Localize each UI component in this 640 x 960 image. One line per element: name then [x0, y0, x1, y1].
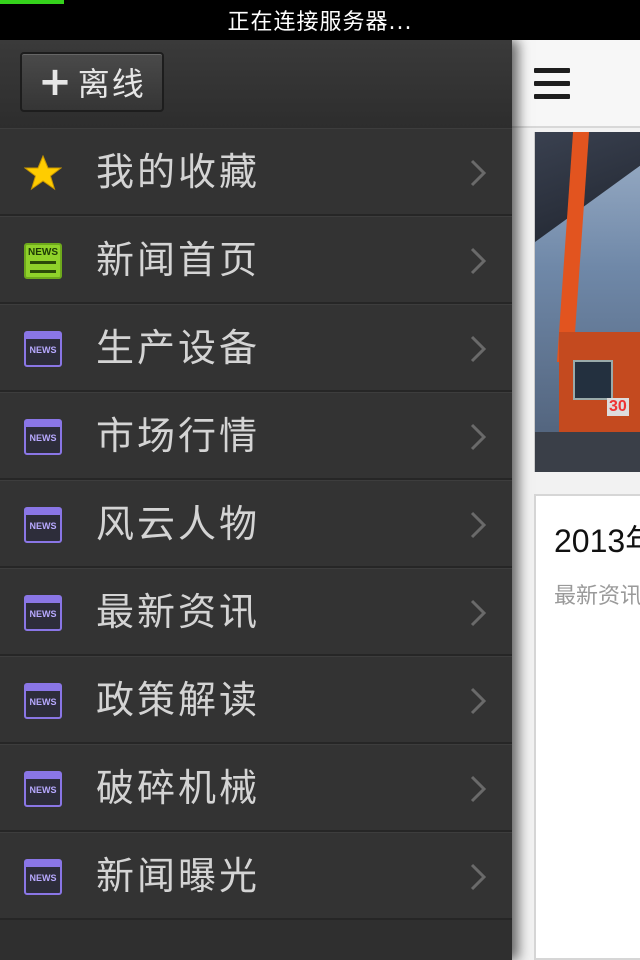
- news-icon: NEWS: [24, 859, 62, 895]
- offline-label: 离线: [77, 65, 146, 103]
- plus-icon: +: [38, 59, 72, 105]
- card-subtitle: 最新资讯: [554, 584, 640, 609]
- news-icon: NEWS: [24, 683, 62, 719]
- news-icon: NEWS: [24, 419, 62, 455]
- chevron-right-icon: [470, 511, 486, 539]
- chevron-right-icon: [470, 247, 486, 275]
- star-icon: [24, 155, 62, 191]
- sidebar-item-exposure[interactable]: NEWS 新闻曝光: [0, 832, 512, 920]
- news-card[interactable]: 2013年 最新资讯: [534, 494, 640, 960]
- chevron-right-icon: [470, 335, 486, 363]
- sidebar-item-label: 市场行情: [96, 414, 261, 458]
- sidebar-item-news-home[interactable]: NEWS 新闻首页: [0, 216, 512, 304]
- photo-number-label: 30: [607, 398, 629, 416]
- sidebar-item-label: 生产设备: [96, 326, 261, 370]
- sidebar-item-label: 我的收藏: [96, 150, 261, 194]
- news-icon: NEWS: [24, 507, 62, 543]
- sidebar-item-label: 新闻曝光: [96, 854, 261, 898]
- news-icon: NEWS: [24, 331, 62, 367]
- sidebar-item-production-equipment[interactable]: NEWS 生产设备: [0, 304, 512, 392]
- status-bar: 正在连接服务器...: [0, 0, 640, 40]
- news-photo[interactable]: 30: [534, 132, 640, 472]
- card-title: 2013年: [554, 523, 640, 559]
- signal-indicator: [0, 0, 64, 4]
- content-panel: 30 2013年 最新资讯: [512, 40, 640, 960]
- sidebar-item-latest[interactable]: NEWS 最新资讯: [0, 568, 512, 656]
- offline-button[interactable]: + 离线: [20, 52, 164, 112]
- sidebar-item-label: 最新资讯: [96, 590, 261, 634]
- news-green-icon: NEWS: [24, 243, 62, 279]
- chevron-right-icon: [470, 423, 486, 451]
- sidebar-item-label: 政策解读: [96, 678, 261, 722]
- sidebar-item-policy[interactable]: NEWS 政策解读: [0, 656, 512, 744]
- sidebar-item-people[interactable]: NEWS 风云人物: [0, 480, 512, 568]
- sidebar-item-label: 新闻首页: [96, 238, 261, 282]
- chevron-right-icon: [470, 159, 486, 187]
- chevron-right-icon: [470, 599, 486, 627]
- sidebar: + 离线 我的收藏 NEWS 新闻首页 NEWS 生产设备 NEWS 市场行情: [0, 40, 512, 960]
- sidebar-item-favorites[interactable]: 我的收藏: [0, 128, 512, 216]
- sidebar-header: + 离线: [0, 40, 512, 128]
- sidebar-item-label: 破碎机械: [96, 766, 261, 810]
- news-icon: NEWS: [24, 771, 62, 807]
- content-topbar: [512, 40, 640, 128]
- sidebar-item-label: 风云人物: [96, 502, 261, 546]
- sidebar-item-crusher[interactable]: NEWS 破碎机械: [0, 744, 512, 832]
- chevron-right-icon: [470, 775, 486, 803]
- menu-list: 我的收藏 NEWS 新闻首页 NEWS 生产设备 NEWS 市场行情 NEWS …: [0, 128, 512, 920]
- news-icon: NEWS: [24, 595, 62, 631]
- chevron-right-icon: [470, 687, 486, 715]
- status-text: 正在连接服务器...: [227, 10, 413, 35]
- hamburger-menu-icon[interactable]: [534, 68, 570, 100]
- sidebar-item-market[interactable]: NEWS 市场行情: [0, 392, 512, 480]
- chevron-right-icon: [470, 863, 486, 891]
